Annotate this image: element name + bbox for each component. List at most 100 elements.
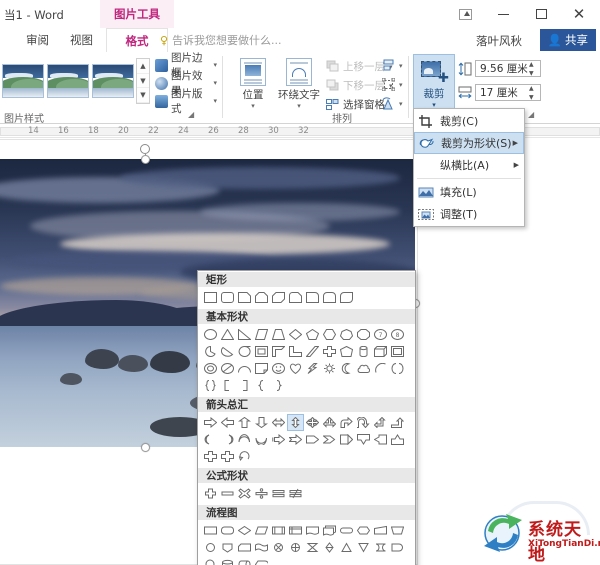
group-objects-button[interactable]: ▾ [382, 78, 403, 91]
shape-cross[interactable] [321, 343, 338, 360]
shape-not-equal[interactable] [287, 485, 304, 502]
shape-oval[interactable] [202, 326, 219, 343]
flowchart-alternate-process[interactable] [219, 522, 236, 539]
menu-item-crop-to-shape[interactable]: 裁剪为形状(S) ▶ [414, 132, 524, 154]
minimize-button[interactable] [484, 1, 522, 27]
shape-teardrop[interactable] [236, 343, 253, 360]
shape-triangle[interactable] [219, 326, 236, 343]
picture-styles-scroll[interactable]: ▲ ▼ ▼ [136, 58, 150, 104]
rotate-button[interactable]: ▾ [382, 97, 403, 110]
shape-left-arrow-callout[interactable] [372, 431, 389, 448]
shape-dodecagon[interactable]: 8 [389, 326, 406, 343]
shape-octagon[interactable] [355, 326, 372, 343]
shape-width-field[interactable]: 17 厘米 ▲▼ [458, 84, 541, 101]
shape-trapezoid[interactable] [270, 326, 287, 343]
size-dialog-launcher[interactable]: ◢ [528, 110, 534, 119]
handle-bottom-middle[interactable] [141, 443, 150, 452]
flowchart-delay[interactable] [389, 539, 406, 556]
shape-pentagon-arrow[interactable] [304, 431, 321, 448]
flowchart-manual-input[interactable] [372, 522, 389, 539]
shape-cross-arrow[interactable] [202, 448, 219, 465]
shape-quad-arrow-callout[interactable] [219, 448, 236, 465]
menu-item-crop[interactable]: 裁剪(C) [414, 110, 524, 132]
flowchart-direct-access-storage[interactable] [236, 556, 253, 565]
shape-arc[interactable] [236, 360, 253, 377]
shape-moon[interactable] [338, 360, 355, 377]
shapes-section-arrows[interactable] [198, 412, 415, 467]
shape-round-diagonal-corner-rectangle[interactable] [338, 289, 355, 306]
shape-no-symbol[interactable] [219, 360, 236, 377]
shape-left-arrow[interactable] [219, 414, 236, 431]
shape-heptagon[interactable] [338, 326, 355, 343]
flowchart-connector[interactable] [202, 539, 219, 556]
shape-bent-up-arrow[interactable] [389, 414, 406, 431]
share-button[interactable]: 👤 共享 [540, 29, 596, 51]
flowchart-process[interactable] [202, 522, 219, 539]
shape-rectangle[interactable] [202, 289, 219, 306]
shape-double-brace[interactable] [202, 377, 219, 394]
shape-right-bracket[interactable] [236, 377, 253, 394]
flowchart-sort[interactable] [321, 539, 338, 556]
maximize-button[interactable] [522, 1, 560, 27]
shape-lightning-bolt[interactable] [304, 360, 321, 377]
shape-diamond[interactable] [287, 326, 304, 343]
flowchart-decision[interactable] [236, 522, 253, 539]
chevron-down-icon[interactable]: ▾ [232, 102, 274, 110]
shape-smiley-face[interactable] [270, 360, 287, 377]
shape-notched-right-arrow[interactable] [287, 431, 304, 448]
tab-format[interactable]: 格式 [106, 28, 168, 52]
ribbon-display-options-icon[interactable] [446, 1, 484, 27]
chevron-down-icon[interactable]: ▾ [399, 100, 403, 108]
shape-plus[interactable] [202, 485, 219, 502]
shape-height-field[interactable]: 9.56 厘米 ▲▼ [458, 60, 541, 77]
picture-style-thumb-3[interactable] [92, 64, 134, 98]
gallery-more-icon[interactable]: ▼ [137, 88, 149, 103]
wrap-text-button[interactable]: 环绕文字 ▾ [278, 58, 320, 110]
shapes-section-rectangles[interactable] [198, 287, 415, 308]
shape-can[interactable] [355, 343, 372, 360]
shape-left-right-arrow[interactable] [270, 414, 287, 431]
shape-brackets[interactable] [389, 360, 406, 377]
shape-curved-right-arrow[interactable] [202, 431, 219, 448]
shape-chord[interactable] [219, 343, 236, 360]
picture-style-thumb-2[interactable] [47, 64, 89, 98]
shape-corner[interactable] [287, 343, 304, 360]
shape-circular-arrow[interactable] [236, 448, 253, 465]
shapes-section-basic[interactable]: 7 8 [198, 324, 415, 396]
shape-donut[interactable] [202, 360, 219, 377]
shape-snip-single-corner-rectangle[interactable] [236, 289, 253, 306]
shape-curved-up-arrow[interactable] [236, 431, 253, 448]
shape-cloud[interactable] [355, 360, 372, 377]
shape-regular-pentagon-home[interactable] [338, 343, 355, 360]
flowchart-merge[interactable] [355, 539, 372, 556]
shape-minus[interactable] [219, 485, 236, 502]
flowchart-internal-storage[interactable] [287, 522, 304, 539]
shape-left-brace[interactable] [253, 377, 270, 394]
chevron-down-icon[interactable]: ▾ [213, 61, 217, 69]
tell-me-box[interactable]: ♀ 告诉我您想要做什么... [160, 32, 282, 48]
shape-folded-corner[interactable] [253, 360, 270, 377]
tab-view[interactable]: 视图 [62, 28, 101, 52]
chevron-down-icon[interactable]: ▾ [213, 79, 217, 87]
shape-up-arrow-callout[interactable] [389, 431, 406, 448]
shape-quad-arrow[interactable] [304, 414, 321, 431]
crop-to-shape-gallery[interactable]: 矩形 基本形状 [197, 270, 416, 565]
chevron-down-icon[interactable]: ▾ [399, 62, 403, 70]
flowchart-card[interactable] [236, 539, 253, 556]
crop-dropdown-menu[interactable]: 裁剪(C) 裁剪为形状(S) ▶ 纵横比(A) ▶ 填充(L) 调整(T) [413, 108, 525, 227]
width-spinner[interactable]: ▲▼ [529, 86, 538, 101]
shape-down-arrow-callout[interactable] [355, 431, 372, 448]
shape-right-arrow-callout[interactable] [338, 431, 355, 448]
flowchart-summing-junction[interactable] [270, 539, 287, 556]
height-spinner[interactable]: ▲▼ [529, 62, 538, 77]
close-button[interactable]: ✕ [560, 1, 598, 27]
shape-right-arrow[interactable] [202, 414, 219, 431]
gallery-down-icon[interactable]: ▼ [137, 74, 149, 89]
flowchart-document[interactable] [304, 522, 321, 539]
picture-styles-gallery[interactable] [2, 56, 134, 108]
shape-rounded-rectangle[interactable] [219, 289, 236, 306]
shape-right-triangle[interactable] [236, 326, 253, 343]
shape-parallelogram[interactable] [253, 326, 270, 343]
chevron-down-icon[interactable]: ▾ [278, 102, 320, 110]
rotation-handle[interactable] [140, 144, 150, 154]
